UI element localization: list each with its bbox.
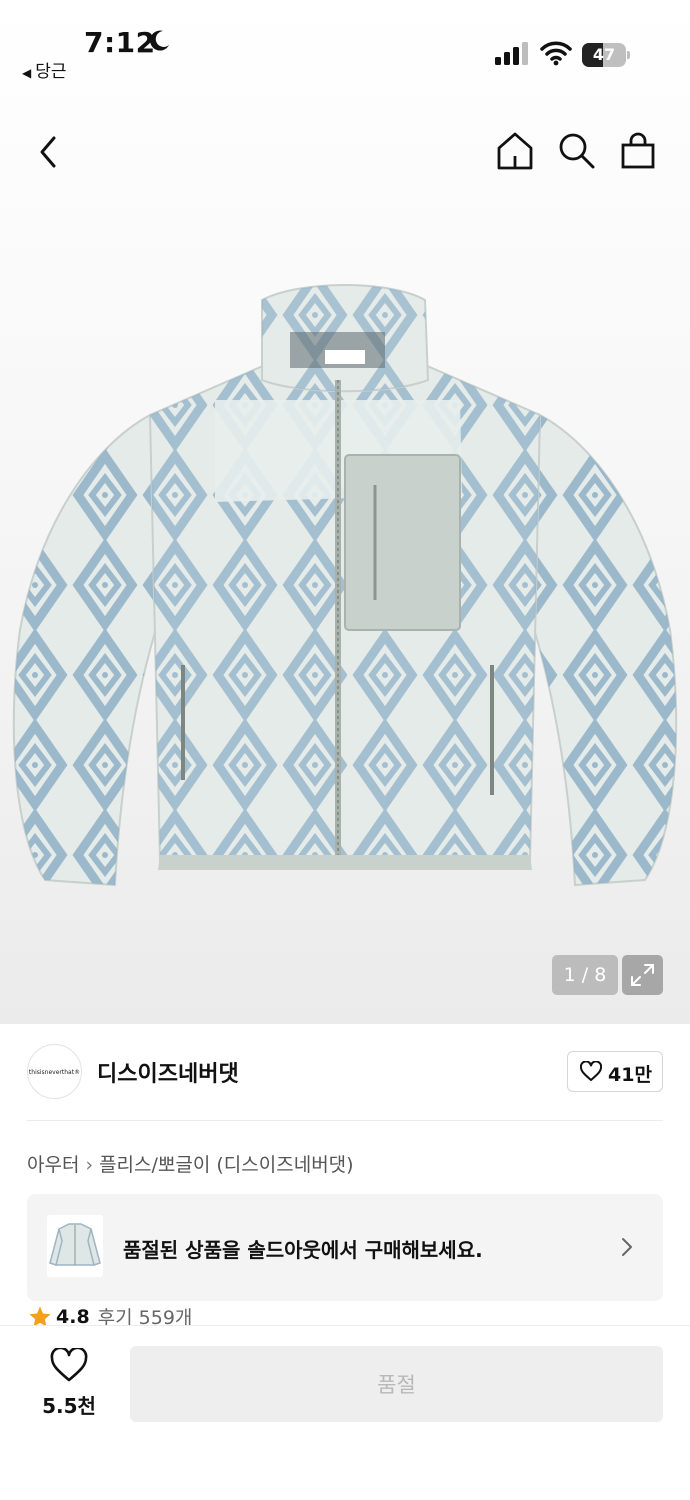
- brand-name[interactable]: 디스이즈네버댓: [97, 1056, 239, 1088]
- shopping-bag-icon[interactable]: [617, 130, 659, 172]
- soldout-banner-text: 품절된 상품을 솔드아웃에서 구매해보세요.: [123, 1238, 483, 1262]
- battery-percent: 47: [592, 45, 616, 64]
- back-arrow-icon[interactable]: [32, 130, 68, 174]
- chevron-right-icon: [622, 1238, 632, 1256]
- brand-like-count: 41만: [608, 1064, 652, 1086]
- soldout-purchase-button[interactable]: 품절: [130, 1346, 663, 1422]
- soldout-product-thumbnail: [47, 1215, 103, 1277]
- status-bar: 7:12 ◀ 당근 47: [0, 0, 690, 90]
- status-time: 7:12: [84, 26, 156, 59]
- back-app-label: 당근: [35, 62, 67, 82]
- breadcrumb-category[interactable]: 아우터: [27, 1154, 79, 1176]
- heart-icon: [50, 1348, 88, 1382]
- breadcrumb: 아우터 › 플리스/뽀글이 (디스이즈네버댓): [27, 1150, 354, 1177]
- heart-icon: [580, 1061, 602, 1081]
- expand-icon[interactable]: [622, 955, 663, 995]
- bottom-action-bar: 5.5천 품절: [0, 1325, 690, 1500]
- moon-icon: [150, 30, 169, 51]
- wishlist-button[interactable]: 5.5천: [30, 1348, 108, 1428]
- brand-logo-text: thisisneverthat®: [28, 1069, 81, 1076]
- chevron-right-icon: ›: [85, 1154, 94, 1176]
- brand-like-button[interactable]: 41만: [567, 1051, 663, 1092]
- back-to-app-link[interactable]: ◀ 당근: [22, 57, 67, 82]
- wishlist-count: 5.5천: [42, 1394, 96, 1418]
- divider: [27, 1120, 663, 1121]
- cellular-signal-icon: [495, 42, 528, 65]
- product-image-gallery[interactable]: 7:12 ◀ 당근 47 1 / 8: [0, 0, 690, 1024]
- home-icon[interactable]: [494, 130, 536, 172]
- product-photo: [12, 284, 678, 887]
- battery-indicator: 47: [582, 43, 630, 67]
- search-icon[interactable]: [556, 130, 598, 172]
- soldout-banner[interactable]: 품절된 상품을 솔드아웃에서 구매해보세요.: [27, 1194, 663, 1301]
- wifi-icon: [540, 41, 572, 66]
- breadcrumb-subcategory[interactable]: 플리스/뽀글이 (디스이즈네버댓): [99, 1154, 354, 1176]
- brand-logo[interactable]: thisisneverthat®: [27, 1044, 82, 1099]
- image-counter: 1 / 8: [552, 955, 618, 995]
